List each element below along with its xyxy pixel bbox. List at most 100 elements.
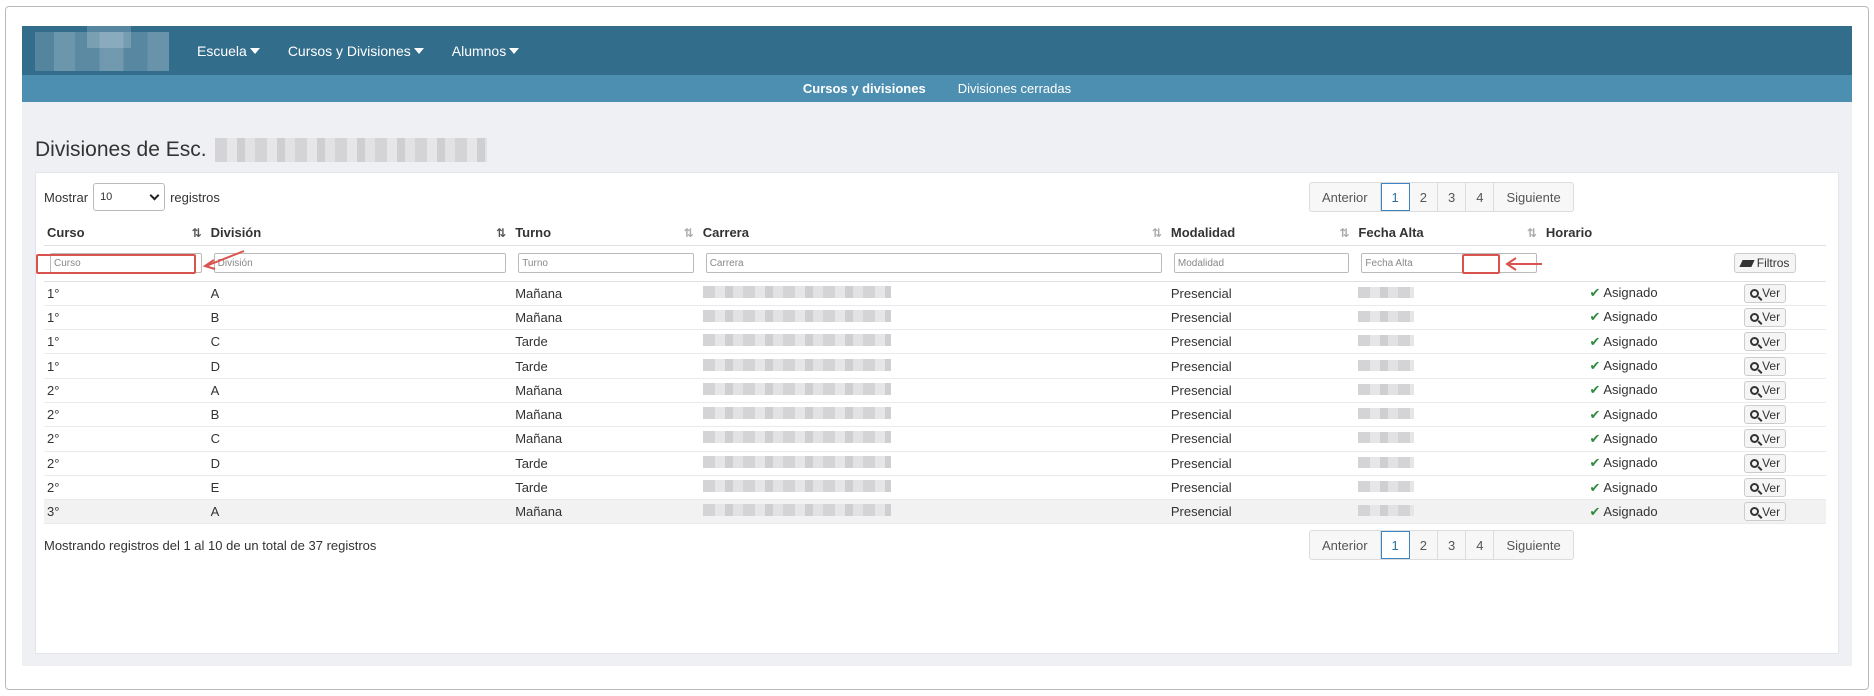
cell-modalidad: Presencial: [1167, 499, 1356, 525]
col-carrera[interactable]: Carrera ⇅: [699, 221, 1168, 246]
pager-page-1[interactable]: 1: [1380, 183, 1410, 211]
pager-page-4[interactable]: 4: [1466, 531, 1495, 559]
cell-modalidad: Presencial: [1167, 475, 1356, 501]
cell-horario: ✔ Asignado: [1542, 475, 1705, 501]
cell-horario: ✔ Asignado: [1542, 305, 1705, 331]
check-icon: ✔: [1589, 479, 1601, 495]
pager-page-2[interactable]: 2: [1410, 531, 1438, 559]
cell-fecha-alta: [1355, 475, 1543, 501]
col-modalidad[interactable]: Modalidad ⇅: [1167, 221, 1356, 246]
cell-carrera: [699, 426, 1168, 452]
divisions-table: Curso ⇅ División ⇅ Turno ⇅ Carrera ⇅ Modalid…: [44, 221, 1826, 525]
filter-modalidad-input[interactable]: Modalidad: [1173, 253, 1350, 273]
search-icon: [1750, 483, 1760, 493]
redacted-fecha: [1358, 432, 1415, 444]
cell-carrera: [699, 378, 1168, 403]
cell-division: B: [207, 402, 513, 428]
cell-modalidad: Presencial: [1167, 378, 1356, 403]
table-row: 2° E Tarde Presencial ✔ Asignado Ver: [44, 475, 1826, 501]
ver-button[interactable]: Ver: [1744, 502, 1787, 522]
cell-turno: Mañana: [512, 499, 700, 525]
table-header-row: Curso ⇅ División ⇅ Turno ⇅ Carrera ⇅ Modalid…: [44, 221, 1826, 246]
check-icon: ✔: [1589, 430, 1601, 446]
cell-acciones: Ver: [1704, 329, 1826, 355]
redacted-carrera: [702, 480, 891, 493]
col-fecha-alta[interactable]: Fecha Alta ⇅: [1355, 221, 1543, 246]
ver-button[interactable]: Ver: [1744, 332, 1787, 352]
cell-division: C: [207, 426, 513, 452]
clear-filters-button[interactable]: Filtros: [1733, 253, 1797, 273]
redacted-carrera: [702, 431, 891, 444]
table-row: 1° B Mañana Presencial ✔ Asignado Ver: [44, 305, 1826, 331]
subnav-cursos-divisiones[interactable]: Cursos y divisiones: [803, 81, 926, 96]
annotation-arrow-right: [1505, 257, 1542, 271]
table-row: 1° C Tarde Presencial ✔ Asignado Ver: [44, 329, 1826, 355]
sort-icon: ⇅: [1151, 226, 1162, 240]
pager-prev[interactable]: Anterior: [1310, 183, 1381, 211]
pager-page-3[interactable]: 3: [1438, 183, 1467, 211]
filter-division-input[interactable]: División: [213, 253, 507, 273]
sort-asc-icon: ⇅: [496, 226, 506, 240]
cell-acciones: Ver: [1704, 305, 1826, 331]
ver-button[interactable]: Ver: [1744, 429, 1787, 449]
pager-prev[interactable]: Anterior: [1310, 531, 1381, 559]
cell-fecha-alta: [1355, 329, 1543, 355]
menu-escuela[interactable]: Escuela: [197, 43, 260, 59]
col-division[interactable]: División ⇅: [207, 221, 513, 246]
table-row: 1° D Tarde Presencial ✔ Asignado Ver: [44, 353, 1826, 379]
col-curso[interactable]: Curso ⇅: [44, 221, 208, 246]
menu-alumnos[interactable]: Alumnos: [452, 43, 520, 59]
cell-horario: ✔ Asignado: [1542, 402, 1705, 428]
cell-division: A: [207, 499, 513, 525]
redacted-fecha: [1358, 310, 1415, 322]
filter-turno-input[interactable]: Turno: [518, 253, 694, 273]
cell-acciones: Ver: [1704, 451, 1826, 476]
search-icon: [1750, 507, 1760, 517]
col-turno[interactable]: Turno ⇅: [512, 221, 700, 246]
pager-next[interactable]: Siguiente: [1494, 531, 1572, 559]
annotation-arrow-left: [202, 250, 245, 270]
cell-division: A: [207, 281, 513, 306]
pager-page-3[interactable]: 3: [1438, 531, 1467, 559]
menu-cursos-divisiones[interactable]: Cursos y Divisiones: [288, 43, 424, 59]
cell-carrera: [699, 329, 1168, 355]
page-title: Divisiones de Esc.: [35, 138, 487, 162]
ver-button[interactable]: Ver: [1744, 307, 1787, 327]
cell-modalidad: Presencial: [1167, 451, 1356, 476]
cell-turno: Mañana: [512, 281, 700, 306]
subnav-divisiones-cerradas[interactable]: Divisiones cerradas: [958, 81, 1071, 96]
cell-turno: Mañana: [512, 305, 700, 331]
check-icon: ✔: [1589, 503, 1601, 519]
pager-page-2[interactable]: 2: [1410, 183, 1438, 211]
school-logo[interactable]: [35, 26, 169, 71]
cell-curso: 2°: [44, 475, 208, 501]
search-icon: [1750, 312, 1760, 322]
cell-horario: ✔ Asignado: [1542, 378, 1705, 403]
ver-button[interactable]: Ver: [1744, 405, 1787, 425]
cell-acciones: Ver: [1704, 499, 1826, 525]
cell-fecha-alta: [1355, 426, 1543, 452]
check-icon: ✔: [1589, 406, 1601, 422]
ver-button[interactable]: Ver: [1744, 478, 1787, 498]
cell-carrera: [699, 281, 1168, 306]
caret-down-icon: [413, 47, 424, 54]
cell-division: E: [207, 475, 513, 501]
cell-turno: Tarde: [512, 353, 700, 379]
cell-curso: 1°: [44, 329, 208, 355]
filter-carrera-input[interactable]: Carrera: [705, 253, 1162, 273]
highlight-ver-button: [1462, 254, 1500, 274]
pager-next[interactable]: Siguiente: [1494, 183, 1572, 211]
ver-button[interactable]: Ver: [1744, 380, 1787, 400]
pager-page-4[interactable]: 4: [1466, 183, 1495, 211]
filter-row: Curso División Turno Carrera Modalidad F…: [44, 245, 1826, 282]
ver-button[interactable]: Ver: [1744, 283, 1787, 303]
cell-turno: Mañana: [512, 402, 700, 428]
sort-icon: ⇅: [1339, 226, 1349, 240]
highlight-first-row: [36, 254, 196, 274]
pager-page-1[interactable]: 1: [1380, 531, 1410, 559]
cell-division: B: [207, 305, 513, 331]
ver-button[interactable]: Ver: [1744, 356, 1787, 376]
ver-button[interactable]: Ver: [1744, 453, 1787, 473]
cell-curso: 2°: [44, 378, 208, 403]
page-length-select[interactable]: 10: [93, 183, 166, 211]
